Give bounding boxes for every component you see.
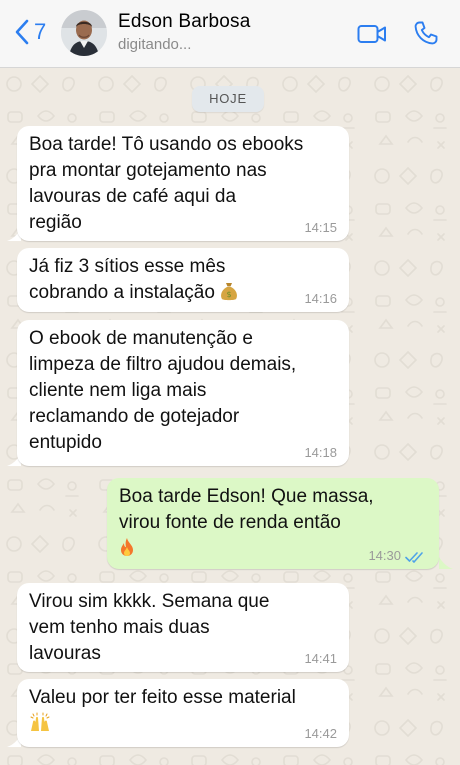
typing-status: digitando... [118, 36, 192, 53]
message-bubble-incoming[interactable]: Virou sim kkkk. Semana que vem tenho mai… [17, 583, 349, 672]
contact-photo [61, 10, 107, 56]
contact-name[interactable]: Edson Barbosa [118, 11, 251, 33]
date-separator: HOJE [192, 86, 264, 112]
back-button[interactable]: 7 [14, 18, 46, 46]
svg-text:$: $ [227, 290, 232, 299]
video-camera-icon [357, 25, 386, 43]
message-bubble-incoming[interactable]: Já fiz 3 sítios esse mês cobrando a inst… [17, 248, 349, 312]
message-text: O ebook de manutenção e limpeza de filtr… [29, 328, 297, 453]
message-bubble-incoming[interactable]: Boa tarde! Tô usando os ebooks pra monta… [17, 126, 349, 241]
message-time: 14:41 [304, 651, 337, 666]
video-call-button[interactable] [357, 22, 387, 46]
chevron-left-icon [15, 19, 29, 45]
voice-call-button[interactable] [413, 20, 439, 46]
avatar[interactable] [61, 10, 107, 56]
message-text: Virou sim kkkk. Semana que vem tenho mai… [29, 591, 270, 664]
raised-hands-icon [29, 712, 51, 735]
phone-icon [414, 21, 438, 45]
message-text: Boa tarde Edson! Que massa, virou fonte … [119, 486, 374, 533]
money-bag-icon: $ [220, 281, 238, 304]
message-bubble-outgoing[interactable]: Boa tarde Edson! Que massa, virou fonte … [107, 478, 439, 569]
bubble-tail [439, 557, 453, 569]
message-time: 14:16 [304, 291, 337, 306]
read-receipt-icon [405, 552, 423, 563]
message-time: 14:15 [304, 220, 337, 235]
fire-icon [119, 537, 135, 560]
chat-header: 7 Edson Barbosa digitando... [0, 0, 460, 68]
message-time: 14:30 [368, 548, 401, 563]
message-text: Boa tarde! Tô usando os ebooks pra monta… [29, 134, 304, 233]
message-list[interactable]: HOJE Boa tarde! Tô usando os ebooks pra … [0, 68, 460, 765]
unread-count: 7 [34, 19, 47, 44]
message-bubble-incoming[interactable]: O ebook de manutenção e limpeza de filtr… [17, 320, 349, 466]
message-time: 14:42 [304, 726, 337, 741]
message-bubble-incoming[interactable]: Valeu por ter feito esse material 14:42 [17, 679, 349, 747]
message-text: Valeu por ter feito esse material [29, 687, 296, 708]
message-time: 14:18 [304, 445, 337, 460]
message-text: Já fiz 3 sítios esse mês cobrando a inst… [29, 256, 226, 303]
